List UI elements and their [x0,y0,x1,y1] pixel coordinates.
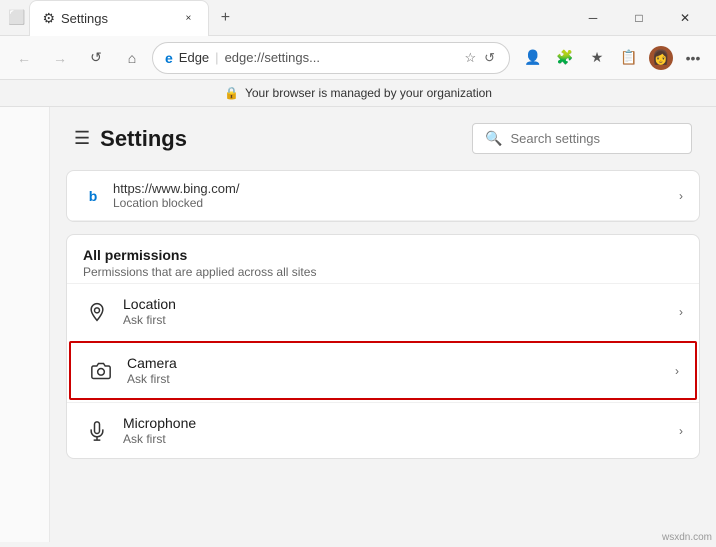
tab-bar: ⚙ Settings × + [29,0,241,36]
search-box[interactable]: 🔍 [472,123,692,154]
refresh-small-icon[interactable]: ↺ [482,48,497,68]
nav-bar: ← → ↺ ⌂ e Edge | edge://settings... ☆ ↺ … [0,36,716,80]
sidebar-toggle-icon[interactable]: ⬜ [8,9,25,26]
forward-button[interactable]: → [44,42,76,74]
hamburger-menu[interactable]: ☰ [74,128,90,149]
back-button[interactable]: ← [8,42,40,74]
address-bar-icons: ☆ ↺ [462,48,497,68]
microphone-chevron: › [679,424,683,438]
location-info: Location Ask first [123,296,679,327]
camera-status: Ask first [127,372,675,386]
bing-status: Location blocked [113,196,679,210]
title-bar: ⬜ ⚙ Settings × + ─ □ ✕ [0,0,716,36]
content-area: ☰ Settings 🔍 b https://www.bing.com/ Loc… [50,107,716,542]
sidebar [0,107,50,542]
search-input[interactable] [510,131,679,146]
managed-text: Your browser is managed by your organiza… [245,86,492,100]
permission-camera[interactable]: Camera Ask first › [69,341,697,400]
window-controls: ─ □ ✕ [570,0,708,36]
close-tab-button[interactable]: × [180,10,196,26]
permissions-card: All permissions Permissions that are app… [66,234,700,459]
maximize-button[interactable]: □ [616,0,662,36]
camera-name: Camera [127,355,675,371]
home-button[interactable]: ⌂ [116,42,148,74]
edge-label: Edge [179,50,209,65]
bing-item[interactable]: b https://www.bing.com/ Location blocked… [67,171,699,221]
managed-icon: 🔒 [224,86,239,100]
bing-logo: b [83,186,103,206]
address-text: edge://settings... [225,50,320,65]
profile-icon[interactable]: 👤 [518,43,548,73]
permission-location[interactable]: Location Ask first › [67,283,699,339]
toolbar-icons: 👤 🧩 ★ 📋 👩 ••• [518,43,708,73]
permissions-header: All permissions Permissions that are app… [67,235,699,283]
collections-icon[interactable]: 📋 [614,43,644,73]
settings-tab-icon: ⚙ [42,10,55,27]
page-title: Settings [100,126,187,152]
bing-url: https://www.bing.com/ [113,181,679,196]
minimize-button[interactable]: ─ [570,0,616,36]
permissions-subtitle: Permissions that are applied across all … [83,265,683,279]
address-bar[interactable]: e Edge | edge://settings... ☆ ↺ [152,42,510,74]
bing-card: b https://www.bing.com/ Location blocked… [66,170,700,222]
microphone-status: Ask first [123,432,679,446]
microphone-name: Microphone [123,415,679,431]
more-button[interactable]: ••• [678,43,708,73]
search-icon: 🔍 [485,130,502,147]
settings-title-area: ☰ Settings [74,126,187,152]
camera-chevron: › [675,364,679,378]
location-name: Location [123,296,679,312]
close-window-button[interactable]: ✕ [662,0,708,36]
edge-logo: e [165,50,173,66]
star-icon[interactable]: ☆ [462,48,478,68]
title-bar-left: ⬜ [8,9,29,26]
bing-chevron: › [679,189,683,203]
favorites-icon[interactable]: ★ [582,43,612,73]
user-avatar: 👩 [649,46,673,70]
permissions-title: All permissions [83,247,683,263]
settings-tab[interactable]: ⚙ Settings × [29,0,209,36]
account-icon[interactable]: 👩 [646,43,676,73]
managed-bar: 🔒 Your browser is managed by your organi… [0,80,716,107]
microphone-info: Microphone Ask first [123,415,679,446]
new-tab-button[interactable]: + [209,2,241,34]
watermark: wsxdn.com [662,532,712,543]
bing-info: https://www.bing.com/ Location blocked [113,181,679,210]
separator: | [215,50,218,65]
location-icon [83,298,111,326]
settings-tab-title: Settings [61,11,108,26]
settings-header: ☰ Settings 🔍 [50,107,716,170]
location-status: Ask first [123,313,679,327]
main-area: ☰ Settings 🔍 b https://www.bing.com/ Loc… [0,107,716,542]
camera-info: Camera Ask first [127,355,675,386]
permission-microphone[interactable]: Microphone Ask first › [67,402,699,458]
camera-icon [87,357,115,385]
extensions-icon[interactable]: 🧩 [550,43,580,73]
location-chevron: › [679,305,683,319]
microphone-icon [83,417,111,445]
refresh-button[interactable]: ↺ [80,42,112,74]
